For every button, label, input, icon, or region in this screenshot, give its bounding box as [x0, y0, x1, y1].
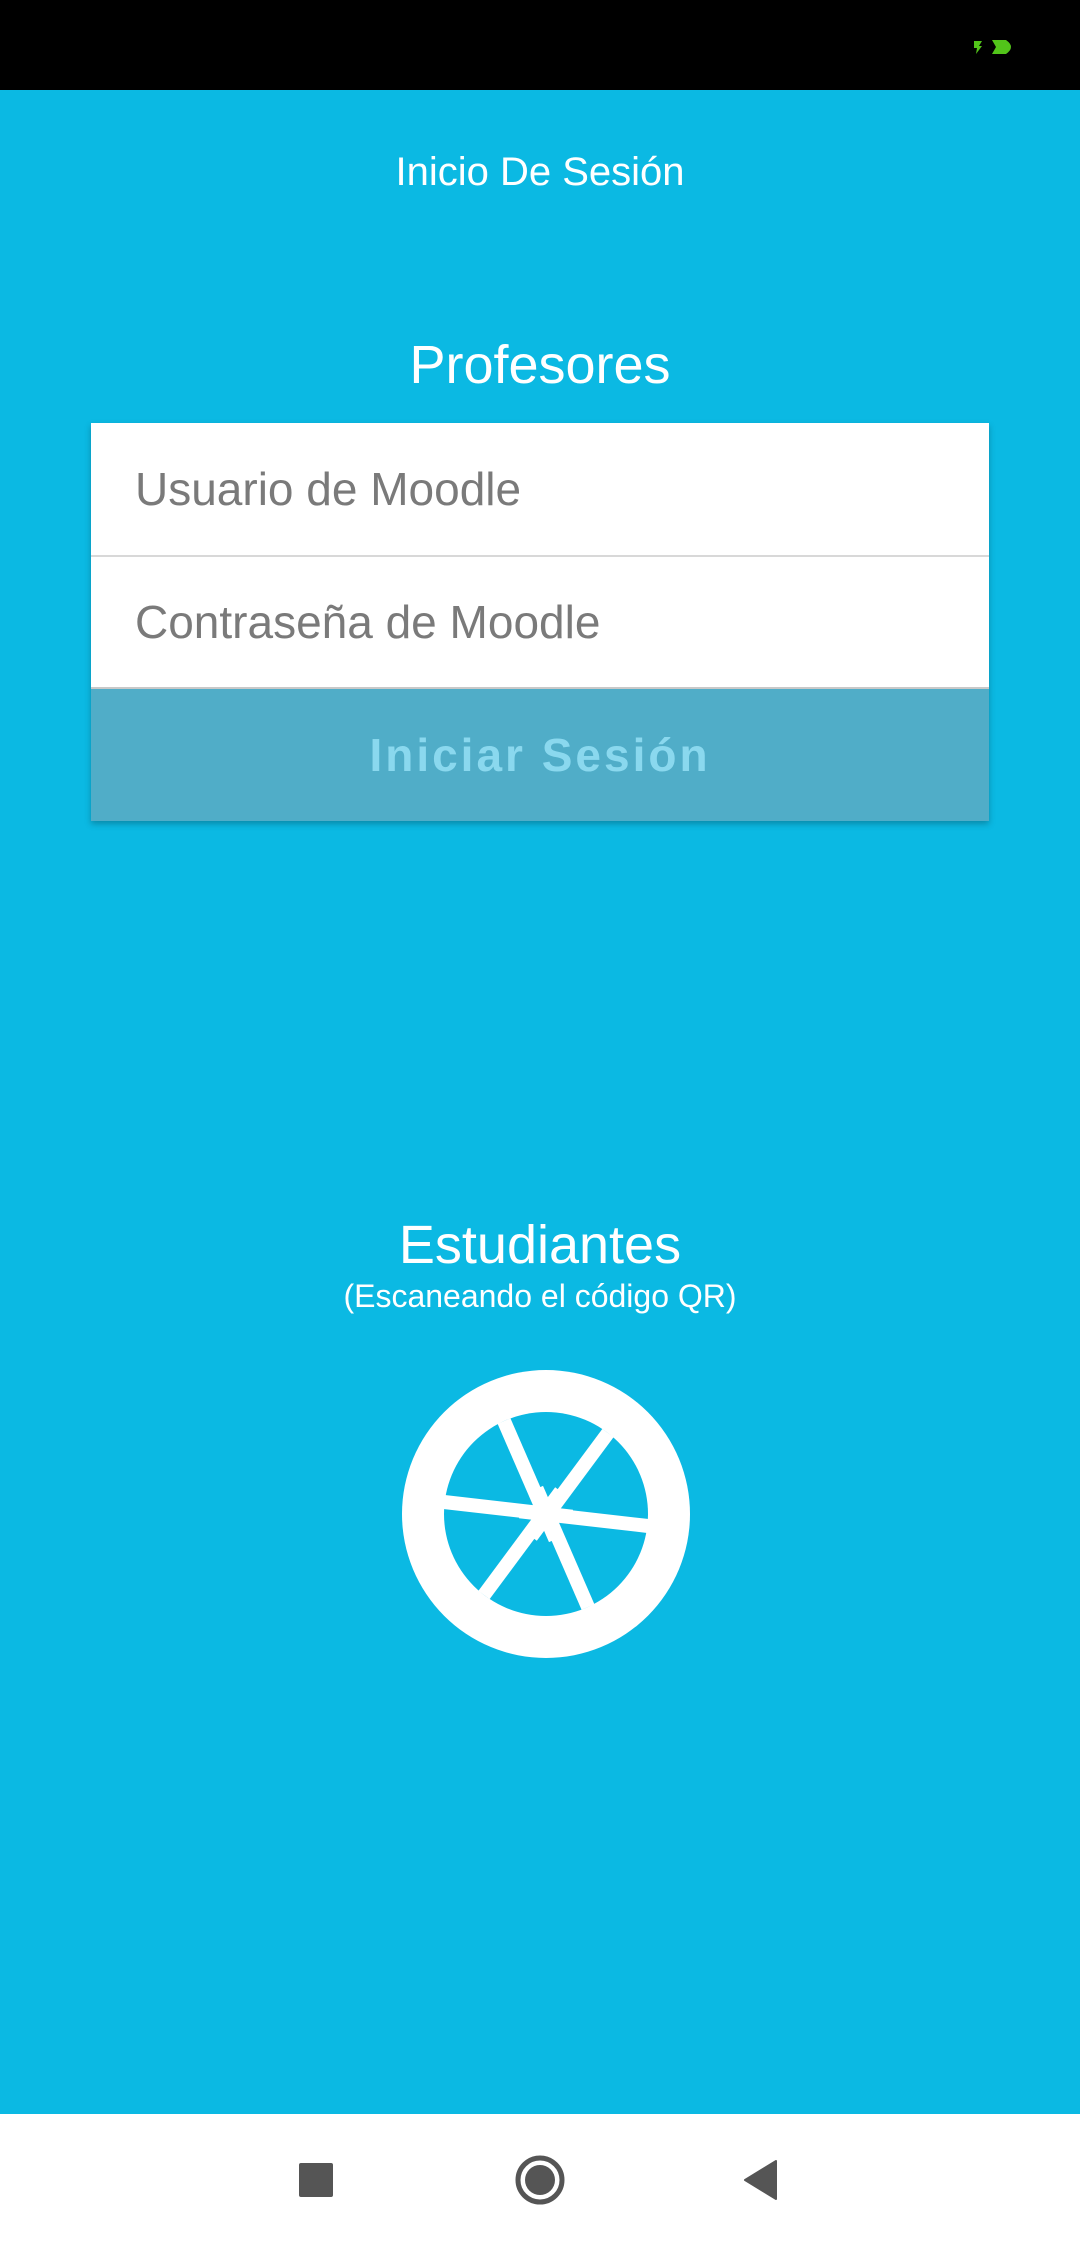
moodle-username-input[interactable]: [91, 423, 989, 555]
password-field-container: [91, 555, 989, 687]
screen-title: Inicio De Sesión: [395, 150, 685, 194]
camera-shutter-icon: [402, 1370, 690, 1658]
students-subtitle: (Escaneando el código QR): [343, 1278, 737, 1314]
login-button[interactable]: Iniciar Sesión: [91, 687, 989, 821]
moodle-password-input[interactable]: [91, 557, 989, 687]
home-button[interactable]: [504, 2144, 576, 2216]
students-section-title: Estudiantes: [398, 1215, 682, 1275]
recents-square-icon: [299, 2163, 333, 2197]
login-screen: Inicio De Sesión Profesores Iniciar Sesi…: [0, 90, 1080, 2114]
recents-button[interactable]: [280, 2144, 352, 2216]
username-field-container: [91, 423, 989, 555]
status-indicator-icon: [974, 40, 1011, 54]
home-circle-icon: [515, 2155, 565, 2205]
teacher-login-card: Iniciar Sesión: [91, 423, 989, 821]
status-bar: [0, 0, 1080, 90]
back-triangle-icon: [744, 2160, 777, 2200]
teachers-section-title: Profesores: [409, 335, 671, 395]
back-button[interactable]: [724, 2144, 796, 2216]
system-navigation-bar: [0, 2114, 1080, 2246]
scan-qr-button[interactable]: [402, 1370, 690, 1658]
